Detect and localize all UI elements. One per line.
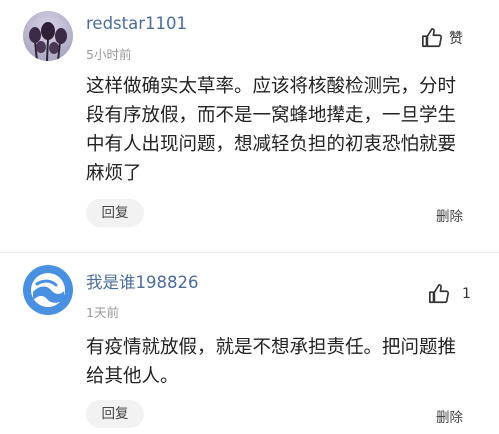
username[interactable]: redstar1101 <box>86 14 187 33</box>
like-button[interactable]: 1 <box>428 283 471 305</box>
timestamp: 5小时前 <box>86 47 132 62</box>
avatar[interactable] <box>23 265 73 315</box>
thumbs-up-icon <box>422 28 442 48</box>
comment-1: redstar1101 5小时前 赞 这样做确实太草率。应该将核酸检测完，分时段… <box>0 0 499 252</box>
like-label: 赞 <box>449 31 463 47</box>
timestamp: 1天前 <box>86 305 119 320</box>
comment-text: 有疫情就放假，就是不想承担责任。把问题推给其他人。 <box>86 337 457 387</box>
reply-button[interactable]: 回复 <box>86 400 144 428</box>
avatar[interactable] <box>23 11 73 61</box>
tulips-avatar-icon <box>23 11 73 61</box>
delete-button[interactable]: 删除 <box>436 406 463 426</box>
delete-button[interactable]: 删除 <box>436 205 463 225</box>
wave-avatar-icon <box>23 265 73 315</box>
like-button[interactable]: 赞 <box>421 27 463 49</box>
reply-button[interactable]: 回复 <box>86 199 144 227</box>
username[interactable]: 我是谁198826 <box>86 269 199 293</box>
comment-2: 我是谁198826 1天前 1 有疫情就放假，就是不想承担责任。把问题推给其他人… <box>0 253 499 434</box>
comment-text: 这样做确实太草率。应该将核酸检测完，分时段有序放假，而不是一窝蜂地撵走，一旦学生… <box>86 76 457 184</box>
thumbs-up-icon <box>429 284 449 304</box>
like-count: 1 <box>462 286 471 302</box>
